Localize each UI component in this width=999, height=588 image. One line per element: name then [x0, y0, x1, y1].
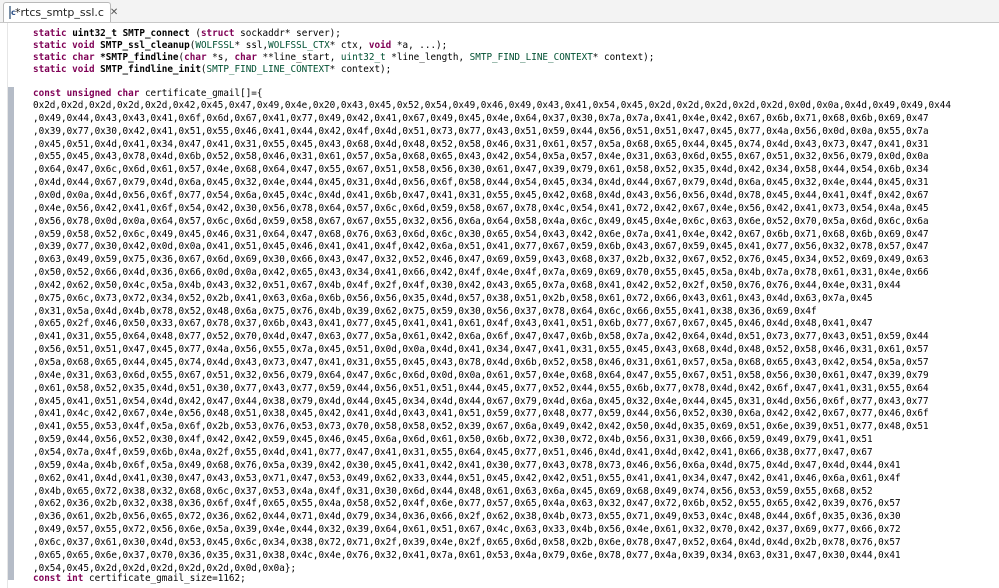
code-line-hex: ,0x45,0x51,0x4d,0x41,0x34,0x47,0x41,0x31…: [33, 138, 929, 150]
code-line-hex: ,0x4b,0x65,0x72,0x38,0x32,0x68,0x6c,0x37…: [33, 485, 873, 497]
tab-rtcs-smtp-ssl[interactable]: c *rtcs_smtp_ssl.c ✕: [3, 2, 118, 22]
code-line-hex: ,0x61,0x58,0x52,0x35,0x4d,0x51,0x30,0x77…: [33, 382, 929, 394]
code-line-hex: ,0x4e,0x56,0x42,0x41,0x6f,0x54,0x42,0x30…: [33, 202, 929, 214]
code-line-hex: ,0x4d,0x44,0x67,0x79,0x4d,0x6a,0x45,0x32…: [33, 177, 929, 189]
code-line-hex: ,0x64,0x47,0x6c,0x6d,0x61,0x57,0x4e,0x68…: [33, 164, 929, 176]
code-line-hex: ,0x55,0x45,0x43,0x78,0x4d,0x6b,0x52,0x58…: [33, 151, 929, 163]
code-line-hex: ,0x56,0x51,0x51,0x47,0x45,0x77,0x4a,0x56…: [33, 344, 929, 356]
code-line-hex: ,0x50,0x52,0x66,0x4d,0x36,0x66,0x0d,0x0a…: [33, 267, 929, 279]
code-line-array-decl: const unsigned char certificate_gmail[]=…: [33, 88, 263, 99]
code-line-hex: ,0x59,0x58,0x52,0x6c,0x49,0x45,0x46,0x31…: [33, 228, 929, 240]
code-line-hex: ,0x6c,0x37,0x61,0x30,0x4d,0x53,0x45,0x6c…: [33, 536, 901, 548]
code-line-decl2: static void SMTP_ssl_cleanup(WOLFSSL* ss…: [33, 40, 448, 51]
code-line-hex: ,0x41,0x31,0x55,0x64,0x48,0x77,0x52,0x70…: [33, 331, 929, 343]
code-line-hex: ,0x56,0x78,0x0d,0x0a,0x64,0x57,0x6c,0x6d…: [33, 215, 929, 227]
code-line-hex: ,0x65,0x2f,0x46,0x50,0x33,0x67,0x78,0x37…: [33, 318, 873, 330]
code-line-hex: ,0x41,0x4c,0x42,0x67,0x4e,0x56,0x48,0x51…: [33, 408, 929, 420]
code-line-hex: ,0x41,0x55,0x53,0x4f,0x5a,0x6f,0x2b,0x53…: [33, 421, 929, 433]
code-line-hex: ,0x63,0x49,0x59,0x75,0x36,0x67,0x6d,0x69…: [33, 254, 929, 266]
code-line-hex: ,0x59,0x4a,0x4b,0x6f,0x5a,0x49,0x68,0x76…: [33, 459, 901, 471]
code-line-hex: ,0x45,0x41,0x51,0x54,0x4d,0x42,0x47,0x44…: [33, 395, 929, 407]
code-line-hex: ,0x75,0x6c,0x73,0x72,0x34,0x52,0x2b,0x41…: [33, 292, 873, 304]
code-line-hex: ,0x0d,0x0a,0x4d,0x56,0x6f,0x77,0x54,0x6a…: [33, 189, 929, 201]
code-line-hex: ,0x49,0x57,0x55,0x72,0x56,0x6e,0x5a,0x39…: [33, 524, 901, 536]
code-line-hex: ,0x36,0x61,0x2b,0x56,0x65,0x72,0x36,0x62…: [33, 511, 901, 523]
c-source-file-icon: c: [9, 6, 16, 19]
code-line-hex: ,0x65,0x65,0x6e,0x37,0x70,0x36,0x35,0x31…: [33, 549, 901, 561]
code-editor[interactable]: static uint32_t SMTP_connect (struct soc…: [0, 23, 999, 588]
code-line-decl3: static char *SMTP_findline(char *s, char…: [33, 52, 655, 63]
code-line-hex: ,0x39,0x77,0x30,0x42,0x0d,0x0a,0x41,0x51…: [33, 241, 929, 253]
code-line-hex: ,0x39,0x77,0x30,0x42,0x41,0x51,0x55,0x46…: [33, 125, 929, 137]
code-line-hex: ,0x49,0x44,0x43,0x43,0x41,0x6f,0x6d,0x67…: [33, 112, 929, 124]
code-line-hex: ,0x62,0x36,0x2b,0x32,0x38,0x36,0x6f,0x4f…: [33, 498, 901, 510]
code-line-hex: ,0x42,0x62,0x50,0x4c,0x5a,0x4b,0x43,0x32…: [33, 279, 901, 291]
left-ruler: [0, 23, 8, 588]
code-line-hex: ,0x54,0x7a,0x4f,0x59,0x6b,0x4a,0x2f,0x55…: [33, 446, 873, 458]
code-line-decl1: static uint32_t SMTP_connect (struct soc…: [33, 28, 341, 39]
close-icon[interactable]: ✕: [110, 7, 118, 18]
code-line-decl4: static void SMTP_findline_init(SMTP_FIND…: [33, 64, 392, 75]
code-line-size-decl: const int certificate_gmail_size=1162;: [33, 573, 246, 584]
code-line-hex: 0x2d,0x2d,0x2d,0x2d,0x2d,0x42,0x45,0x47,…: [33, 100, 951, 111]
selected-range-marker: [8, 87, 14, 580]
code-line-hex: ,0x4e,0x31,0x63,0x6d,0x55,0x67,0x51,0x32…: [33, 369, 929, 381]
code-line-hex: ,0x31,0x5a,0x4d,0x4b,0x78,0x52,0x48,0x6a…: [33, 305, 817, 317]
code-line-hex: ,0x59,0x44,0x56,0x52,0x30,0x4f,0x42,0x42…: [33, 434, 873, 446]
editor-tab-bar: c *rtcs_smtp_ssl.c ✕: [0, 0, 999, 23]
code-line-hex: ,0x5a,0x68,0x65,0x44,0x45,0x74,0x4d,0x43…: [33, 357, 929, 368]
tab-label: *rtcs_smtp_ssl.c: [15, 6, 104, 19]
code-text[interactable]: static uint32_t SMTP_connect (struct soc…: [33, 23, 999, 588]
code-line-hex: ,0x62,0x41,0x4d,0x41,0x30,0x47,0x43,0x53…: [33, 472, 901, 484]
